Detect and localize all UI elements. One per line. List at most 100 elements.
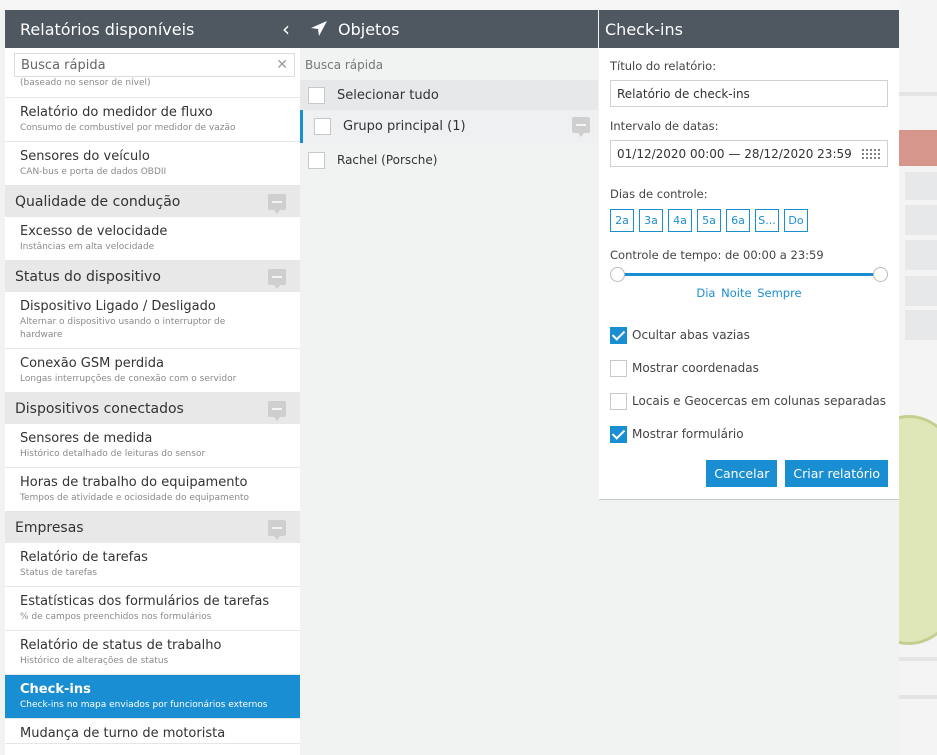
places-geofences-checkbox[interactable]: [610, 392, 627, 410]
reports-panel: Relatórios disponíveis ‹ ✕ (baseado no s…: [5, 10, 300, 755]
report-item-gsm-lost[interactable]: Conexão GSM perdida Longas interrupções …: [5, 349, 300, 393]
control-days-label: Dias de controle:: [610, 187, 708, 201]
day-toggle-wed[interactable]: 4a: [668, 209, 692, 232]
objects-search-input[interactable]: [305, 58, 585, 72]
report-title-field[interactable]: [610, 80, 888, 107]
day-toggle-fri[interactable]: 6a: [726, 209, 750, 232]
reports-search-input[interactable]: [21, 57, 261, 73]
navigation-arrow-icon: [311, 21, 327, 36]
collapse-section-icon[interactable]: [268, 519, 286, 540]
day-toggle-sun[interactable]: Do: [784, 209, 808, 232]
report-item-sub: CAN-bus e porta de dados OBDII: [20, 167, 167, 177]
day-toggle-thu[interactable]: 5a: [697, 209, 721, 232]
report-item-title: Check-ins: [20, 682, 91, 697]
create-report-button[interactable]: Criar relatório: [785, 460, 888, 487]
report-item-vehicle-sensors[interactable]: Sensores do veículo CAN-bus e porta de d…: [5, 142, 300, 186]
report-item-tasks[interactable]: Relatório de tarefas Status de tarefas: [5, 543, 300, 587]
report-item-sub: Alternar o dispositivo usando o interrup…: [20, 317, 226, 340]
collapse-section-icon[interactable]: [268, 268, 286, 289]
places-geofences-option[interactable]: Locais e Geocercas em colunas separadas: [610, 390, 888, 412]
show-form-label: Mostrar formulário: [632, 427, 744, 441]
slider-end-handle[interactable]: [873, 267, 888, 282]
hide-empty-tabs-label: Ocultar abas vazias: [632, 328, 750, 342]
calendar-icon[interactable]: [861, 147, 881, 160]
group-checkbox[interactable]: [314, 118, 331, 135]
hide-empty-tabs-checkbox[interactable]: [610, 326, 627, 344]
day-toggle-mon[interactable]: 2a: [610, 209, 634, 232]
slider-start-handle[interactable]: [610, 267, 625, 282]
map-background[interactable]: [899, 0, 937, 755]
report-item-title: Excesso de velocidade: [20, 224, 168, 239]
form-buttons: Cancelar Criar relatório: [610, 460, 888, 487]
preset-night-link[interactable]: Noite: [721, 286, 751, 300]
report-item-sub: Longas interrupções de conexão com o ser…: [20, 374, 237, 384]
report-item-title: Horas de trabalho do equipamento: [20, 475, 248, 490]
date-range-value: 01/12/2020 00:00 — 28/12/2020 23:59: [617, 146, 852, 161]
hide-empty-tabs-option[interactable]: Ocultar abas vazias: [610, 324, 888, 346]
control-days: 2a 3a 4a 5a 6a S... Do: [610, 209, 888, 232]
select-all-label: Selecionar tudo: [337, 87, 439, 103]
report-item-measure-sensors[interactable]: Sensores de medida Histórico detalhado d…: [5, 424, 300, 468]
report-item-title: Sensores de medida: [20, 431, 153, 446]
time-range-slider[interactable]: [610, 266, 888, 288]
report-title-input[interactable]: [617, 86, 881, 101]
report-item-sub: Check-ins no mapa enviados por funcionár…: [20, 700, 268, 710]
report-item-flow-meter[interactable]: Relatório do medidor de fluxo Consumo de…: [5, 98, 300, 142]
time-control-label: Controle de tempo: de 00:00 a 23:59: [610, 248, 824, 262]
section-device-status[interactable]: Status do dispositivo: [5, 261, 300, 292]
report-item-equipment-hours[interactable]: Horas de trabalho do equipamento Tempos …: [5, 468, 300, 512]
report-item-speeding[interactable]: Excesso de velocidade Instâncias em alta…: [5, 217, 300, 261]
report-item-title: Estatísticas dos formulários de tarefas: [20, 594, 270, 609]
report-item-title: Sensores do veículo: [20, 149, 150, 164]
group-label: Grupo principal (1): [343, 119, 466, 134]
collapse-group-icon[interactable]: [572, 117, 590, 137]
report-item-device-onoff[interactable]: Dispositivo Ligado / Desligado Alternar …: [5, 292, 300, 349]
section-companies[interactable]: Empresas: [5, 512, 300, 543]
object-checkbox[interactable]: [308, 151, 325, 169]
section-title: Empresas: [15, 519, 84, 536]
collapse-section-icon[interactable]: [268, 400, 286, 421]
reports-header: Relatórios disponíveis ‹: [5, 10, 300, 48]
objects-panel: Objetos Selecionar tudo Grupo principal …: [300, 10, 598, 755]
section-title: Status do dispositivo: [15, 268, 161, 285]
report-item-checkins[interactable]: Check-ins Check-ins no mapa enviados por…: [5, 675, 300, 719]
report-item-sub: Status de tarefas: [20, 568, 98, 578]
show-coordinates-label: Mostrar coordenadas: [632, 361, 759, 375]
day-toggle-tue[interactable]: 3a: [639, 209, 663, 232]
collapse-chevron-icon[interactable]: ‹: [282, 19, 290, 39]
report-item-title: Relatório do medidor de fluxo: [20, 105, 213, 120]
report-item-title: Conexão GSM perdida: [20, 356, 164, 371]
report-item-driver-shift[interactable]: Mudança de turno de motorista: [5, 719, 300, 744]
object-row[interactable]: Rachel (Porsche): [300, 143, 598, 177]
objects-title: Objetos: [338, 19, 400, 39]
show-form-checkbox[interactable]: [610, 425, 627, 443]
report-item-work-status[interactable]: Relatório de status de trabalho Históric…: [5, 631, 300, 675]
report-item-title: Relatório de tarefas: [20, 550, 148, 565]
preset-day-link[interactable]: Dia: [696, 286, 715, 300]
section-title: Dispositivos conectados: [15, 400, 184, 417]
preset-always-link[interactable]: Sempre: [757, 286, 801, 300]
clear-icon[interactable]: ✕: [276, 57, 288, 73]
section-connected-devices[interactable]: Dispositivos conectados: [5, 393, 300, 424]
report-item-task-forms[interactable]: Estatísticas dos formulários de tarefas …: [5, 587, 300, 631]
select-all-checkbox[interactable]: [308, 86, 325, 104]
show-coordinates-option[interactable]: Mostrar coordenadas: [610, 357, 888, 379]
section-driving-quality[interactable]: Qualidade de condução: [5, 186, 300, 217]
report-item-sub: Histórico detalhado de leituras do senso…: [20, 449, 206, 459]
date-range-label: Intervalo de datas:: [610, 119, 719, 133]
report-item-title: Mudança de turno de motorista: [20, 726, 226, 741]
group-row[interactable]: Grupo principal (1): [300, 110, 598, 143]
day-toggle-sat[interactable]: S...: [755, 209, 779, 232]
show-coordinates-checkbox[interactable]: [610, 359, 627, 377]
report-item-title: Relatório de status de trabalho: [20, 638, 222, 653]
select-all-row[interactable]: Selecionar tudo: [300, 80, 598, 110]
object-label: Rachel (Porsche): [337, 153, 438, 167]
cancel-button[interactable]: Cancelar: [706, 460, 778, 487]
report-item-partial[interactable]: (baseado no sensor de nível): [5, 77, 300, 98]
collapse-section-icon[interactable]: [268, 193, 286, 214]
show-form-option[interactable]: Mostrar formulário: [610, 423, 888, 445]
date-range-field[interactable]: 01/12/2020 00:00 — 28/12/2020 23:59: [610, 140, 888, 167]
checkins-title: Check-ins: [605, 19, 683, 39]
report-item-sub: Tempos de atividade e ociosidade do equi…: [20, 493, 250, 503]
slider-track: [616, 273, 882, 276]
